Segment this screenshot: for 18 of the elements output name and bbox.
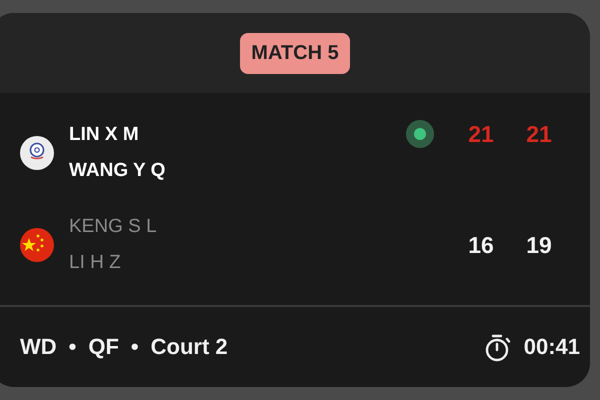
game-score: 16	[467, 232, 495, 258]
match-detail: •	[130, 334, 139, 360]
match-detail: QF	[88, 334, 119, 360]
game-score: 21	[467, 121, 495, 148]
player-name: WANG Y Q	[69, 160, 166, 182]
game-score: 21	[525, 121, 553, 148]
player-name: LIN X M	[69, 124, 140, 146]
stopwatch-icon	[484, 332, 512, 362]
star-flag-icon	[20, 228, 54, 262]
match-badge: MATCH 5	[240, 32, 350, 74]
flower-emblem-icon	[20, 136, 54, 170]
match-duration: 00:41	[524, 334, 580, 360]
game-score: 19	[525, 232, 553, 258]
match-detail: •	[68, 334, 76, 360]
player-name: LI H Z	[69, 252, 122, 274]
match-detail: Court 2	[150, 334, 228, 360]
match-detail: WD	[20, 334, 57, 360]
player-name: KENG S L	[69, 216, 158, 238]
